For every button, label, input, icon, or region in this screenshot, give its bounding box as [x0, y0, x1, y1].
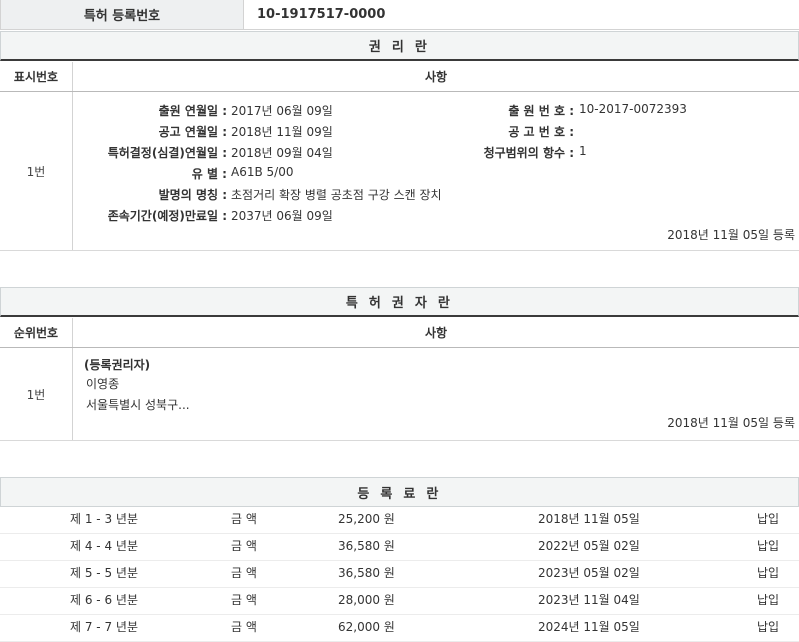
fee-row: 제 5 - 5 년분 금 액 36,580 원 2023년 05월 02일 납입 [0, 560, 799, 588]
rights-col-matter: 사항 [424, 70, 448, 84]
rights-row-number: 1번 [0, 92, 73, 250]
fee-period: 제 7 - 7 년분 [70, 620, 138, 634]
invention-title-label: 발명의 명칭 : [158, 188, 227, 202]
fee-date: 2018년 11월 05일 [538, 512, 640, 526]
publication-number-label: 공 고 번 호 : [508, 125, 574, 139]
fee-amount-label: 금 액 [231, 566, 257, 580]
decision-date: 2018년 09월 04일 [231, 146, 333, 160]
fee-status: 납입 [757, 620, 780, 634]
fee-row: 제 7 - 7 년분 금 액 62,000 원 2024년 11월 05일 납입 [0, 614, 799, 642]
fee-period: 제 1 - 3 년분 [70, 512, 138, 526]
fee-row: 제 4 - 4 년분 금 액 36,580 원 2022년 05월 02일 납입 [0, 533, 799, 561]
fee-date: 2023년 05월 02일 [538, 566, 640, 580]
owner-role: (등록권리자) [84, 358, 151, 372]
filing-date: 2017년 06월 09일 [231, 104, 333, 118]
filing-date-label: 출원 연월일 : [158, 104, 227, 118]
registration-number-label: 특허 등록번호 [1, 0, 244, 29]
fee-status: 납입 [757, 539, 780, 553]
invention-title: 초점거리 확장 병렬 공초점 구강 스캔 장치 [231, 188, 442, 202]
claims-count-label: 청구범위의 항수 : [483, 146, 574, 160]
fee-amount: 28,000 원 [338, 593, 395, 607]
rights-column-header: 표시번호 사항 [0, 62, 799, 92]
rights-row: 1번 출원 연월일 : 2017년 06월 09일 출 원 번 호 : 10-2… [0, 92, 799, 251]
fee-amount-label: 금 액 [231, 593, 257, 607]
fee-amount-label: 금 액 [231, 620, 257, 634]
classification-label: 유 별 : [191, 167, 227, 181]
owner-col-num: 순위번호 [0, 318, 73, 347]
fee-amount-label: 금 액 [231, 512, 257, 526]
publication-date: 2018년 11월 09일 [231, 125, 333, 139]
publication-date-label: 공고 연월일 : [158, 125, 227, 139]
owner-column-header: 순위번호 사항 [0, 318, 799, 348]
fee-amount-label: 금 액 [231, 539, 257, 553]
claims-count: 1 [579, 144, 587, 158]
fees-section-title: 등 록 료 란 [0, 477, 799, 507]
fee-row: 제 6 - 6 년분 금 액 28,000 원 2023년 11월 04일 납입 [0, 587, 799, 615]
decision-date-label: 특허결정(심결)연월일 : [107, 146, 227, 160]
fee-date: 2023년 11월 04일 [538, 593, 640, 607]
fee-amount: 62,000 원 [338, 620, 395, 634]
owner-row-number: 1번 [0, 348, 73, 440]
application-number-label: 출 원 번 호 : [508, 104, 574, 118]
fee-amount: 36,580 원 [338, 539, 395, 553]
classification: A61B 5/00 [231, 165, 294, 179]
owner-row: 1번 (등록권리자) 이영종 서울특별시 성북구... 2018년 11월 05… [0, 348, 799, 441]
fee-status: 납입 [757, 512, 780, 526]
expiry-date: 2037년 06월 09일 [231, 209, 333, 223]
fee-period: 제 6 - 6 년분 [70, 593, 138, 607]
expiry-date-label: 존속기간(예정)만료일 : [107, 209, 227, 223]
rights-registered-date: 2018년 11월 05일 등록 [667, 228, 795, 242]
fee-period: 제 4 - 4 년분 [70, 539, 138, 553]
fee-amount: 36,580 원 [338, 566, 395, 580]
owner-name: 이영종 [86, 377, 120, 391]
rights-col-num: 표시번호 [0, 62, 73, 91]
fee-status: 납입 [757, 593, 780, 607]
fee-row: 제 1 - 3 년분 금 액 25,200 원 2018년 11월 05일 납입 [0, 506, 799, 534]
owner-section-title: 특 허 권 자 란 [0, 287, 799, 317]
owner-registered-date: 2018년 11월 05일 등록 [667, 416, 795, 430]
fee-date: 2022년 05월 02일 [538, 539, 640, 553]
owner-col-matter: 사항 [424, 326, 448, 340]
rights-section-title: 권 리 란 [0, 31, 799, 61]
fee-period: 제 5 - 5 년분 [70, 566, 138, 580]
registration-number-row: 특허 등록번호 10-1917517-0000 [0, 0, 799, 30]
application-number: 10-2017-0072393 [579, 102, 687, 116]
registration-number-value: 10-1917517-0000 [257, 7, 386, 22]
fee-date: 2024년 11월 05일 [538, 620, 640, 634]
fee-amount: 25,200 원 [338, 512, 395, 526]
fee-status: 납입 [757, 566, 780, 580]
owner-address: 서울특별시 성북구... [86, 398, 190, 412]
